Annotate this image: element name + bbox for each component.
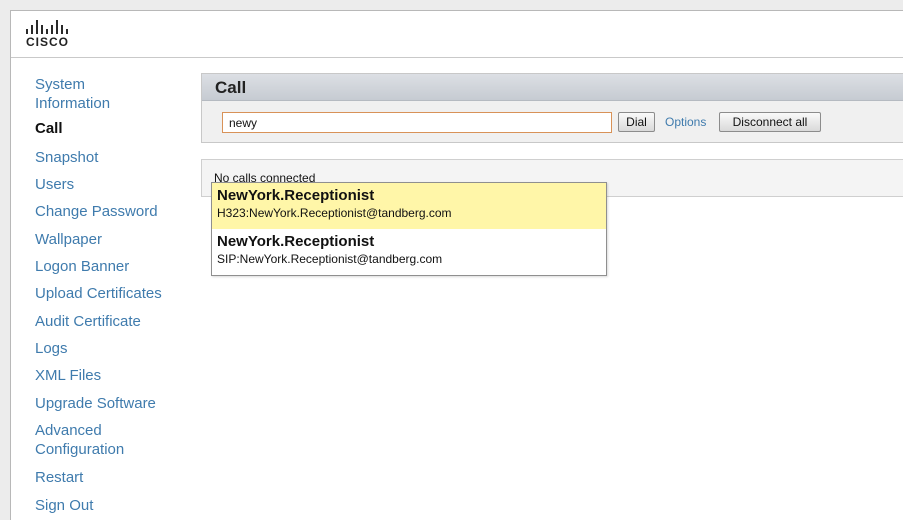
call-panel-title: Call	[202, 74, 903, 101]
suggestion-address: SIP:NewYork.Receptionist@tandberg.com	[217, 252, 443, 266]
suggestion-name: NewYork.Receptionist	[217, 187, 375, 204]
header-bar: CISCO	[11, 11, 903, 58]
call-input[interactable]	[222, 112, 612, 133]
sidebar-item-upload-certificates[interactable]: Upload Certificates	[35, 284, 162, 304]
sidebar-item-wallpaper[interactable]: Wallpaper	[35, 230, 102, 250]
sidebar-item-system-information[interactable]: System Information	[35, 75, 155, 113]
sidebar-item-logs[interactable]: Logs	[35, 339, 68, 359]
suggestion-name: NewYork.Receptionist	[217, 233, 375, 250]
sidebar-item-logon-banner[interactable]: Logon Banner	[35, 257, 129, 277]
sidebar-item-users[interactable]: Users	[35, 175, 74, 195]
suggestion-address: H323:NewYork.Receptionist@tandberg.com	[217, 206, 452, 220]
sidebar-item-change-password[interactable]: Change Password	[35, 202, 158, 222]
sidebar-nav: System Information Call Snapshot Users C…	[11, 59, 196, 520]
autocomplete-dropdown: NewYork.Receptionist H323:NewYork.Recept…	[211, 182, 607, 276]
options-link[interactable]: Options	[665, 115, 706, 129]
dial-button[interactable]: Dial	[618, 112, 655, 132]
sidebar-item-xml-files[interactable]: XML Files	[35, 366, 101, 386]
sidebar-item-audit-certificate[interactable]: Audit Certificate	[35, 312, 141, 332]
sidebar-item-advanced-configuration[interactable]: Advanced Configuration	[35, 421, 155, 459]
cisco-logo: CISCO	[26, 20, 86, 54]
sidebar-item-snapshot[interactable]: Snapshot	[35, 148, 98, 168]
suggestion-item-sip[interactable]: NewYork.Receptionist SIP:NewYork.Recepti…	[212, 229, 606, 275]
sidebar-item-sign-out[interactable]: Sign Out	[35, 496, 93, 516]
disconnect-all-button[interactable]: Disconnect all	[719, 112, 821, 132]
call-panel: Call Dial Options Disconnect all	[201, 73, 903, 143]
sidebar-item-restart[interactable]: Restart	[35, 468, 83, 488]
suggestion-item-h323[interactable]: NewYork.Receptionist H323:NewYork.Recept…	[212, 183, 606, 229]
sidebar-item-call[interactable]: Call	[35, 119, 63, 139]
sidebar-item-upgrade-software[interactable]: Upgrade Software	[35, 394, 156, 414]
app-window: CISCO System Information Call Snapshot U…	[10, 10, 903, 520]
cisco-logo-text: CISCO	[26, 35, 70, 49]
cisco-logo-bars-icon	[26, 20, 86, 34]
